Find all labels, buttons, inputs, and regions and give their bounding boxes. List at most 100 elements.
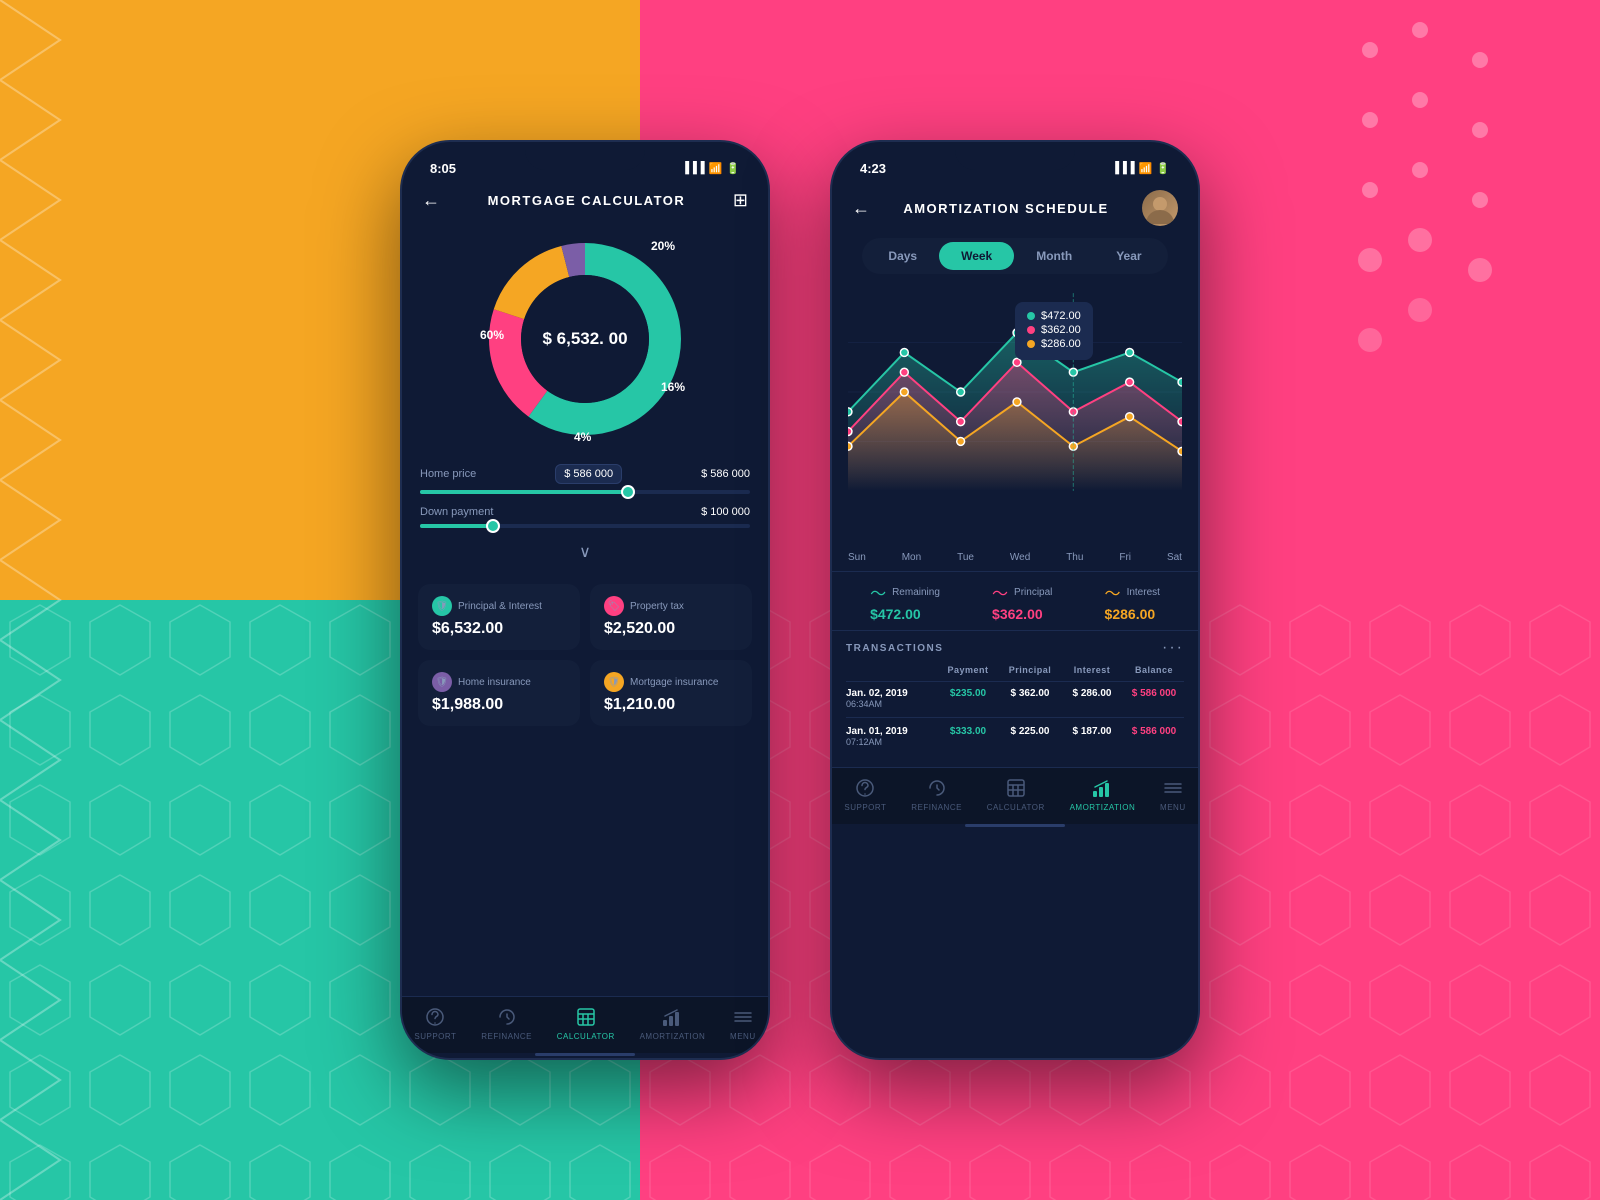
phone1-bottom-nav: SUPPORT REFINANCE xyxy=(402,996,768,1053)
phone2-title: AMORTIZATION SCHEDULE xyxy=(903,201,1108,216)
pct-16-label: 16% xyxy=(661,380,685,394)
support2-nav-icon xyxy=(853,776,877,800)
time-tabs: Days Week Month Year xyxy=(862,238,1167,274)
phone2-status-icons: ▐▐▐ 📶 🔋 xyxy=(1111,162,1170,175)
tx-row-1: Jan. 02, 2019 06:34AM $235.00 $ 362.00 $… xyxy=(846,688,1184,718)
nav2-refinance[interactable]: REFINANCE xyxy=(911,776,962,812)
phone2-header: ← AMORTIZATION SCHEDULE xyxy=(832,182,1198,234)
nav-amortization-label: AMORTIZATION xyxy=(640,1032,706,1041)
down-payment-slider-fill xyxy=(420,524,493,528)
shield-teal-icon: 🛡 xyxy=(432,596,452,616)
shield-purple-icon: 🛡 xyxy=(432,672,452,692)
interest-wave-icon: 〜 xyxy=(1105,580,1121,604)
tooltip-interest-value: $286.00 xyxy=(1041,338,1081,350)
nav2-refinance-label: REFINANCE xyxy=(911,803,962,812)
amortization2-nav-icon xyxy=(1090,776,1114,800)
menu2-nav-icon xyxy=(1161,776,1185,800)
nav2-menu-label: MENU xyxy=(1160,803,1186,812)
home-price-label: Home price xyxy=(420,468,476,480)
day-sun: Sun xyxy=(848,552,866,563)
chart-legend: 〜 Remaining $472.00 〜 Principal $362.00 … xyxy=(832,571,1198,631)
tooltip-row-2: $362.00 xyxy=(1027,324,1081,336)
more-options-icon[interactable]: ··· xyxy=(1162,639,1184,657)
tooltip-row-1: $472.00 xyxy=(1027,310,1081,322)
nav2-calculator-label: CALCULATOR xyxy=(987,803,1045,812)
tx-col-principal: Principal xyxy=(1000,665,1060,675)
phone1-time: 8:05 xyxy=(430,161,456,176)
phone1-content: $ 6,532. 00 60% 20% 16% 4% Home price $ … xyxy=(402,219,768,996)
phone2-bottom-nav: SUPPORT REFINANCE xyxy=(832,767,1198,824)
tx2-balance: $ 586 000 xyxy=(1124,726,1184,747)
card4-value: $1,210.00 xyxy=(604,696,738,714)
wifi-icon2: 📶 xyxy=(1139,162,1153,175)
tx-row-2: Jan. 01, 2019 07:12AM $333.00 $ 225.00 $… xyxy=(846,726,1184,753)
down-payment-slider[interactable] xyxy=(420,524,750,528)
donut-chart-area: $ 6,532. 00 60% 20% 16% 4% xyxy=(402,219,768,454)
tab-days[interactable]: Days xyxy=(866,242,939,270)
tx2-principal: $ 225.00 xyxy=(1000,726,1060,747)
home-price-slider-thumb[interactable] xyxy=(621,485,635,499)
donut-value: $ 6,532. 00 xyxy=(542,329,627,349)
nav2-amortization[interactable]: AMORTIZATION xyxy=(1070,776,1136,812)
donut-chart: $ 6,532. 00 60% 20% 16% 4% xyxy=(475,229,695,449)
phone2-back-button[interactable]: ← xyxy=(852,198,870,219)
home-indicator xyxy=(402,1053,768,1058)
phone1-header: ← MORTGAGE CALCULATOR ⊞ xyxy=(402,182,768,219)
nav-calculator[interactable]: CALCULATOR xyxy=(557,1005,615,1041)
amortization-nav-icon xyxy=(660,1005,684,1029)
refinance2-nav-icon xyxy=(925,776,949,800)
remaining-wave-icon: 〜 xyxy=(870,580,886,604)
tx1-balance: $ 586 000 xyxy=(1124,688,1184,709)
nav2-menu[interactable]: MENU xyxy=(1160,776,1186,812)
legend-interest-value: $286.00 xyxy=(1105,606,1156,622)
nav-refinance[interactable]: REFINANCE xyxy=(481,1005,532,1041)
nav-amortization[interactable]: AMORTIZATION xyxy=(640,1005,706,1041)
card4-label: Mortgage insurance xyxy=(630,677,718,688)
tooltip-row-3: $286.00 xyxy=(1027,338,1081,350)
tooltip-remaining-value: $472.00 xyxy=(1041,310,1081,322)
nav2-amortization-label: AMORTIZATION xyxy=(1070,803,1136,812)
phones-container: 8:05 ▐▐▐ 📶 🔋 ← MORTGAGE CALCULATOR ⊞ xyxy=(0,0,1600,1200)
legend-principal-label: Principal xyxy=(1014,587,1052,598)
user-avatar[interactable] xyxy=(1142,190,1178,226)
phone1-title: MORTGAGE CALCULATOR xyxy=(488,193,686,208)
down-payment-row: Down payment $ 100 000 xyxy=(420,506,750,518)
refinance-nav-icon xyxy=(495,1005,519,1029)
pct-4-label: 4% xyxy=(574,430,591,444)
menu-nav-icon xyxy=(731,1005,755,1029)
day-fri: Fri xyxy=(1119,552,1131,563)
tab-month[interactable]: Month xyxy=(1014,242,1094,270)
nav-support[interactable]: SUPPORT xyxy=(414,1005,456,1041)
support-nav-icon xyxy=(423,1005,447,1029)
home-price-badge[interactable]: $ 586 000 xyxy=(555,464,622,484)
home-price-slider[interactable] xyxy=(420,490,750,494)
phone-amortization-schedule: 4:23 ▐▐▐ 📶 🔋 ← AMORTIZATION SCHEDULE xyxy=(830,140,1200,1060)
tab-week[interactable]: Week xyxy=(939,242,1014,270)
nav2-calculator[interactable]: CALCULATOR xyxy=(987,776,1045,812)
filter-icon[interactable]: ⊞ xyxy=(733,190,748,211)
tx-header-row: Payment Principal Interest Balance xyxy=(846,665,1184,682)
tooltip-dot-remaining xyxy=(1027,312,1035,320)
nav2-support[interactable]: SUPPORT xyxy=(844,776,886,812)
shield-orange-icon: 🛡 xyxy=(604,672,624,692)
legend-interest-label: Interest xyxy=(1127,587,1160,598)
mortgage-insurance-card: 🛡 Mortgage insurance $1,210.00 xyxy=(590,660,752,726)
phone-mortgage-calculator: 8:05 ▐▐▐ 📶 🔋 ← MORTGAGE CALCULATOR ⊞ xyxy=(400,140,770,1060)
day-mon: Mon xyxy=(902,552,921,563)
tooltip-dot-interest xyxy=(1027,340,1035,348)
home-insurance-card: 🛡 Home insurance $1,988.00 xyxy=(418,660,580,726)
expand-chevron[interactable]: ∨ xyxy=(420,540,750,570)
home-price-slider-fill xyxy=(420,490,628,494)
nav-menu[interactable]: MENU xyxy=(730,1005,756,1041)
signal-icon2: ▐▐▐ xyxy=(1111,162,1134,174)
input-section: Home price $ 586 000 $ 586 000 Down paym… xyxy=(402,454,768,580)
battery-icon: 🔋 xyxy=(726,162,740,175)
principal-wave-icon: 〜 xyxy=(992,580,1008,604)
tag-pink-icon: 🏷 xyxy=(604,596,624,616)
tx2-date: Jan. 01, 2019 07:12AM xyxy=(846,726,936,747)
tx-col-payment: Payment xyxy=(938,665,998,675)
nav2-support-label: SUPPORT xyxy=(844,803,886,812)
tab-year[interactable]: Year xyxy=(1094,242,1163,270)
back-button[interactable]: ← xyxy=(422,190,440,211)
down-payment-slider-thumb[interactable] xyxy=(486,519,500,533)
